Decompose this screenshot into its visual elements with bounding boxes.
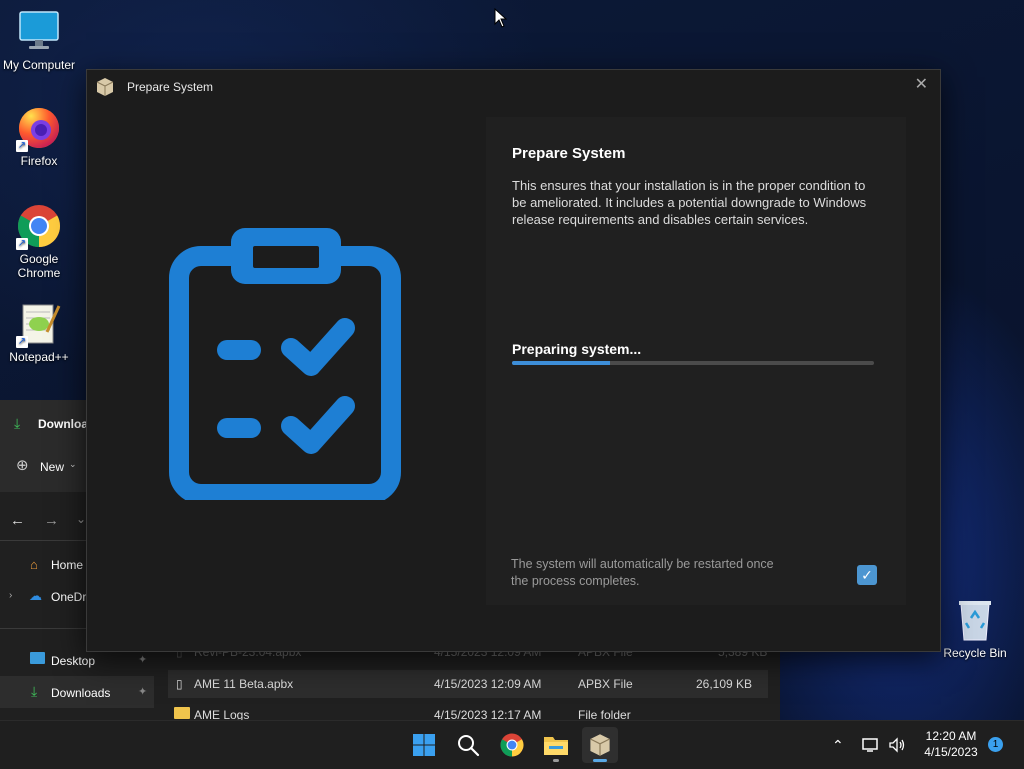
- file-type: APBX File: [578, 677, 633, 691]
- sidebar-item-downloads[interactable]: Downloads: [51, 686, 110, 700]
- desktop-icon-label: Notepad++: [9, 350, 69, 364]
- taskbar-chrome-button[interactable]: [494, 727, 530, 763]
- clipboard-checklist-icon: [169, 222, 401, 504]
- recent-chevron-icon[interactable]: ⌄: [76, 512, 86, 526]
- tray-overflow-chevron-icon[interactable]: ⌃: [832, 721, 844, 769]
- shortcut-arrow-icon: ↗: [16, 336, 28, 348]
- explorer-toolbar: ⤓ Downloa ⊕ New ⌄: [0, 400, 88, 492]
- download-icon: ⤓: [31, 683, 38, 699]
- shortcut-arrow-icon: ↗: [16, 238, 28, 250]
- cloud-icon: ☁: [29, 588, 42, 603]
- desktop-icon-label: Firefox: [20, 154, 58, 168]
- search-icon: [458, 735, 480, 757]
- desktop-icon-firefox[interactable]: ↗ Firefox: [1, 106, 77, 168]
- file-date: 4/15/2023 12:09 AM: [434, 677, 542, 691]
- desktop-icon-label: My Computer: [2, 58, 76, 72]
- sidebar-item-home[interactable]: Home: [51, 558, 83, 572]
- home-icon: ⌂: [30, 557, 38, 572]
- start-button[interactable]: [406, 727, 442, 763]
- chrome-icon: ↗: [16, 204, 61, 250]
- chrome-icon: [500, 733, 524, 757]
- prepare-system-dialog: Prepare System ✕ Prepare System This ens…: [86, 69, 941, 652]
- notification-badge[interactable]: 1: [988, 737, 1003, 752]
- monitor-icon: [17, 10, 61, 54]
- taskbar-file-explorer-button[interactable]: [538, 727, 574, 763]
- pin-icon: ✦: [138, 654, 148, 666]
- dialog-content-panel: Prepare System This ensures that your in…: [486, 117, 906, 605]
- desktop-icon-label: Recycle Bin: [943, 646, 1007, 660]
- pin-icon: ✦: [138, 686, 148, 698]
- desktop-icon-chrome[interactable]: ↗ Google Chrome: [1, 204, 77, 280]
- active-indicator: [593, 759, 607, 762]
- plus-circle-icon: ⊕: [16, 457, 29, 474]
- volume-icon[interactable]: [888, 721, 906, 769]
- table-row[interactable]: ▯ AME 11 Beta.apbx 4/15/2023 12:09 AM AP…: [168, 670, 768, 698]
- dialog-description: This ensures that your installation is i…: [512, 178, 867, 227]
- taskbar-clock[interactable]: 12:20 AM 4/15/2023: [912, 728, 990, 760]
- close-icon[interactable]: ✕: [915, 74, 928, 94]
- checkmark-icon: ✓: [861, 567, 873, 583]
- sidebar-item-desktop[interactable]: Desktop: [51, 654, 95, 668]
- desktop-icon-my-computer[interactable]: My Computer: [1, 10, 77, 72]
- restart-checkbox[interactable]: ✓: [857, 565, 877, 585]
- progress-label: Preparing system...: [512, 341, 642, 357]
- file-name: AME 11 Beta.apbx: [194, 677, 294, 691]
- ameliorated-icon: [590, 734, 610, 756]
- clock-date: 4/15/2023: [924, 745, 978, 759]
- shortcut-arrow-icon: ↗: [16, 140, 28, 152]
- chevron-down-icon[interactable]: ⌄: [69, 459, 77, 470]
- desktop-icon-recycle-bin[interactable]: Recycle Bin: [940, 598, 1010, 660]
- folder-icon: [174, 707, 190, 719]
- windows-logo-icon: [413, 734, 435, 756]
- taskbar-search-button[interactable]: [450, 727, 486, 763]
- taskbar: ⌃ 12:20 AM 4/15/2023 1: [0, 720, 1024, 769]
- recycle-bin-icon: [955, 598, 995, 642]
- file-icon: ▯: [176, 677, 183, 691]
- progress-bar-fill: [512, 361, 610, 365]
- explorer-tab-label[interactable]: Downloa: [38, 417, 88, 431]
- download-icon: ⤓: [14, 415, 21, 431]
- mouse-cursor-icon: [494, 7, 508, 33]
- running-indicator: [553, 759, 559, 762]
- network-icon[interactable]: [862, 721, 880, 769]
- restart-note: The system will automatically be restart…: [511, 557, 774, 588]
- clock-time: 12:20 AM: [925, 729, 977, 743]
- dialog-title: Prepare System: [127, 80, 214, 94]
- expand-chevron-icon[interactable]: ›: [9, 590, 12, 601]
- back-arrow-icon[interactable]: ←: [10, 512, 25, 529]
- taskbar-ameliorated-button[interactable]: [582, 727, 618, 763]
- firefox-icon: ↗: [16, 106, 61, 152]
- file-explorer-icon: [544, 737, 568, 755]
- desktop-icon-label: Google Chrome: [17, 252, 61, 280]
- dialog-heading: Prepare System: [512, 145, 626, 162]
- progress-bar: [512, 361, 874, 365]
- file-size: 26,109 KB: [696, 677, 753, 691]
- forward-arrow-icon[interactable]: →: [44, 512, 59, 529]
- desktop-icon-notepadpp[interactable]: ↗ Notepad++: [1, 302, 77, 364]
- ameliorated-app-icon: [95, 77, 115, 97]
- notepadpp-icon: ↗: [16, 302, 61, 348]
- new-button[interactable]: New: [40, 460, 64, 474]
- desktop-folder-icon: [30, 652, 45, 664]
- sidebar-item-onedrive[interactable]: OneDr: [51, 590, 86, 604]
